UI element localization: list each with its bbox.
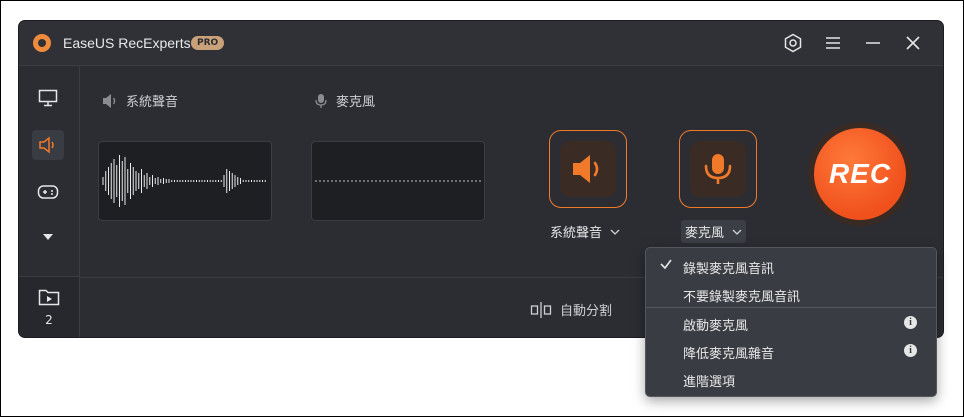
auto-split-button[interactable]: 自動分割: [530, 300, 612, 319]
system-sound-waveform: [98, 141, 272, 221]
app-title: EaseUS RecExperts: [63, 35, 191, 51]
microphone-icon: [704, 154, 732, 184]
system-sound-dropdown-label: 系統聲音: [550, 226, 603, 241]
speaker-icon: [573, 155, 599, 183]
title-bar: EaseUS RecExperts PRO: [19, 21, 943, 66]
sidebar-item-game[interactable]: [32, 177, 64, 207]
hexagon-settings-icon: [784, 33, 802, 53]
settings-button[interactable]: [779, 29, 807, 57]
gamepad-icon: [37, 185, 59, 199]
chevron-down-icon: [610, 229, 620, 235]
sidebar-item-audio[interactable]: [32, 130, 64, 160]
menu-item-record-mic[interactable]: 錄製麥克風音訊: [646, 252, 936, 280]
microphone-options-menu: 錄製麥克風音訊 不要錄製麥克風音訊 啟動麥克風 i 降低麥克風雜音 i 進階選項: [645, 247, 937, 397]
microphone-toggle-inner: [690, 141, 746, 197]
menu-button[interactable]: [819, 29, 847, 57]
sidebar-item-screen[interactable]: [32, 83, 64, 113]
microphone-waveform: [311, 141, 485, 221]
microphone-header: 麥克風: [314, 91, 375, 110]
recordings-button[interactable]: 2: [19, 276, 79, 337]
app-logo-icon: [33, 34, 51, 52]
minimize-button[interactable]: [859, 29, 887, 57]
info-icon[interactable]: i: [904, 316, 917, 329]
speaker-icon: [39, 136, 54, 154]
system-sound-header: 系統聲音: [102, 91, 178, 110]
menu-item-label: 降低麥克風雜音: [683, 347, 775, 362]
menu-item-label: 錄製麥克風音訊: [683, 262, 775, 277]
menu-item-label: 進階選項: [683, 375, 736, 390]
close-icon: [906, 36, 920, 50]
recordings-count: 2: [45, 313, 53, 327]
chevron-down-icon: [732, 229, 742, 235]
system-sound-dropdown[interactable]: 系統聲音: [546, 220, 624, 243]
microphone-dropdown[interactable]: 麥克風: [681, 220, 747, 243]
menu-item-enable-mic[interactable]: 啟動麥克風 i: [646, 309, 936, 337]
system-sound-toggle[interactable]: [549, 130, 627, 208]
rec-button-label: REC: [814, 128, 906, 220]
sidebar-more-button[interactable]: [32, 222, 64, 252]
menu-item-no-record-mic[interactable]: 不要錄製麥克風音訊: [646, 280, 936, 308]
speaker-icon: [103, 93, 116, 108]
menu-divider: [646, 307, 936, 308]
pro-badge: PRO: [191, 36, 225, 50]
system-sound-toggle-inner: [560, 141, 616, 197]
menu-item-label: 不要錄製麥克風音訊: [683, 290, 801, 305]
split-icon: [530, 301, 552, 318]
monitor-icon: [38, 89, 58, 107]
menu-icon: [826, 37, 840, 49]
microphone-toggle[interactable]: [679, 130, 757, 208]
system-sound-label: 系統聲音: [126, 95, 179, 110]
microphone-icon: [315, 93, 327, 108]
menu-item-advanced[interactable]: 進階選項: [646, 365, 936, 393]
menu-item-label: 啟動麥克風: [683, 319, 749, 334]
folder-play-icon: [38, 289, 60, 306]
microphone-dropdown-label: 麥克風: [685, 226, 725, 241]
chevron-down-icon: [43, 234, 53, 240]
info-icon[interactable]: i: [904, 344, 917, 357]
check-icon: [660, 259, 672, 270]
auto-split-label: 自動分割: [560, 304, 613, 319]
waveform-flatline: [315, 180, 481, 182]
microphone-label: 麥克風: [336, 95, 376, 110]
sidebar: 2: [19, 66, 80, 337]
rec-button[interactable]: REC: [808, 122, 912, 226]
minimize-icon: [866, 42, 880, 44]
waveform-graphic: [102, 155, 266, 207]
close-button[interactable]: [899, 29, 927, 57]
menu-item-noise-reduction[interactable]: 降低麥克風雜音 i: [646, 337, 936, 365]
